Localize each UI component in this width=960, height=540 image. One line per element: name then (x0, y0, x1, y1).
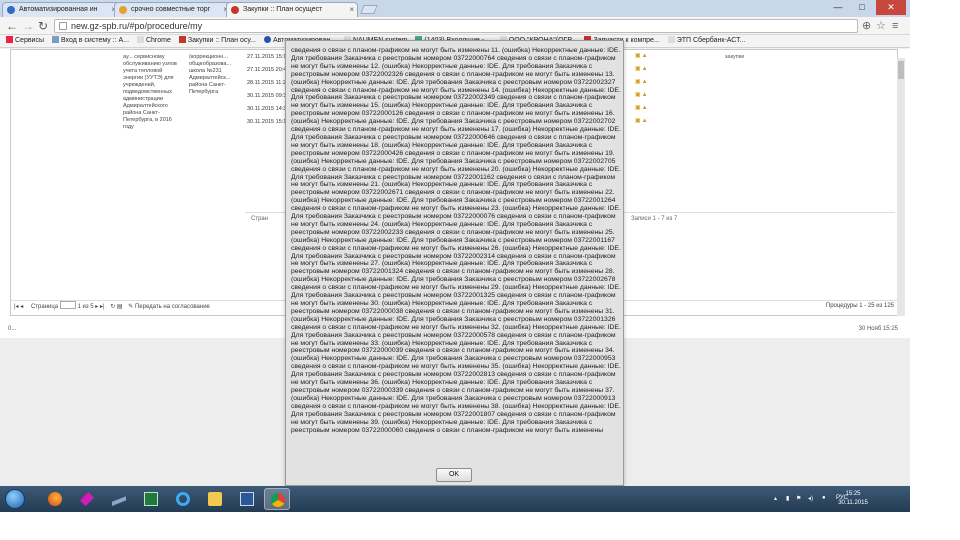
scrollbar-thumb[interactable] (898, 61, 904, 79)
url-text: new.gz-spb.ru/#po/procedure/my (71, 21, 203, 31)
prev-page-icon[interactable]: ◂ (20, 304, 23, 310)
inner-records-count: Записи 1 - 7 из 7 (631, 216, 678, 222)
clock-date: 30.11.2015 (838, 500, 868, 506)
bookmark-sberbank-ast[interactable]: ЭТП Сбербанк-АСТ... (667, 35, 745, 47)
apps-icon (6, 36, 13, 43)
browser-toolbar: ← → ↻ new.gz-spb.ru/#po/procedure/my ⊕ ☆… (0, 17, 910, 35)
status-time: 30 Нояб 15:25 (858, 326, 898, 332)
excel-icon[interactable] (138, 488, 164, 510)
favicon-icon (7, 6, 15, 14)
tab-joint-tenders[interactable]: срочно совместные торг × (114, 2, 232, 17)
tab-procurement-plan[interactable]: Закупки :: План осущест × (226, 2, 358, 17)
taskbar: ▴ ▮ ⚑ ◂) ● РУС 15:25 30.11.2015 (0, 486, 910, 512)
row-actions-icon[interactable]: ▣▲ (635, 65, 649, 72)
date-cell: 30.11.2015 14:3 (247, 106, 287, 112)
tab-bar: Автоматизированная ин × срочно совместны… (0, 0, 910, 17)
bookmark-chrome[interactable]: Chrome (136, 35, 171, 47)
scrollbar[interactable] (897, 58, 905, 316)
procedures-count: Процедуры 1 - 25 из 125 (825, 303, 894, 309)
star-icon[interactable]: ☆ (876, 19, 886, 33)
keys-icon[interactable] (74, 488, 100, 510)
favicon-icon (231, 6, 239, 14)
zoom-icon[interactable]: ⊕ (862, 19, 871, 33)
globe-icon (263, 36, 271, 43)
row-actions-icon[interactable]: ▣▲ (635, 78, 649, 85)
address-bar[interactable]: new.gz-spb.ru/#po/procedure/my (54, 19, 858, 33)
flag-icon[interactable]: ⚑ (796, 495, 801, 502)
back-icon[interactable]: ← (6, 18, 18, 34)
last-page-icon[interactable]: ▸| (100, 304, 105, 310)
page-of: из 5 (82, 304, 94, 310)
next-page-icon[interactable]: ▸ (95, 304, 98, 310)
tab-label: Закупки :: План осущест (243, 6, 323, 13)
tab-label: Автоматизированная ин (19, 6, 98, 13)
row-actions-icon[interactable]: ▣▲ (635, 117, 649, 124)
send-approval-button[interactable]: ✎ Передать на согласование (128, 304, 210, 310)
tab-label: срочно совместные торг (131, 6, 211, 13)
network-icon[interactable]: ▮ (786, 495, 789, 502)
status-left: 0... (8, 326, 17, 332)
firefox-icon[interactable] (42, 488, 68, 510)
word-icon[interactable] (234, 488, 260, 510)
bookmark-services[interactable]: Сервисы (6, 35, 44, 47)
row-actions-icon[interactable]: ▣▲ (635, 52, 649, 59)
inner-pager-label: Стран (251, 216, 269, 222)
page-number-value: 1 (77, 304, 81, 310)
date-cell: 30.11.2015 15:1 (247, 119, 287, 125)
date-cell: 30.11.2015 09:3 (247, 93, 287, 99)
chrome-icon[interactable] (264, 488, 290, 510)
bookmark-zakupki[interactable]: Закупки :: План осу... (178, 35, 256, 47)
window-close-button[interactable]: ✕ (876, 0, 906, 15)
tray-expand-icon[interactable]: ▴ (774, 495, 777, 502)
bookmark-icon (51, 36, 59, 43)
date-cell: 28.11.2015 11:2 (247, 80, 286, 86)
windows-logo-icon (5, 489, 25, 509)
date-cell: 27.11.2015 20:4 (247, 67, 287, 73)
save-icon[interactable]: ▤ (117, 304, 123, 310)
pager-label: Страница (30, 304, 59, 310)
tab-close-icon[interactable]: × (349, 3, 354, 16)
clock[interactable]: 15:25 30.11.2015 (828, 490, 878, 508)
bookmark-icon (178, 36, 186, 43)
first-page-icon[interactable]: |◂ (14, 304, 19, 310)
column-fragment: закупки (725, 54, 745, 60)
forward-icon[interactable]: → (22, 18, 34, 34)
remote-icon[interactable] (106, 488, 132, 510)
maximize-button[interactable]: □ (852, 0, 872, 15)
page-icon (59, 22, 67, 30)
refresh-icon[interactable]: ↻ (110, 304, 115, 310)
clock-time: 15:25 (845, 491, 861, 497)
menu-icon[interactable]: ≡ (892, 19, 898, 33)
volume-icon[interactable]: ◂) (808, 495, 813, 502)
tab-automation[interactable]: Автоматизированная ин × (2, 2, 120, 17)
row-actions-icon[interactable]: ▣▲ (635, 104, 649, 111)
error-message: сведения о связи с планом-графиком не мо… (291, 47, 621, 434)
error-dialog: сведения о связи с планом-графиком не мо… (285, 40, 624, 486)
favicon-icon (119, 6, 127, 14)
page-icon (667, 36, 675, 43)
row-actions-icon[interactable]: ▣▲ (635, 91, 649, 98)
minimize-button[interactable]: — (828, 0, 848, 15)
start-button[interactable] (2, 487, 28, 511)
procedure-description: ау... сервисному обслуживанию узлов учет… (123, 54, 177, 130)
date-cell: 27.11.2015 15:1 (247, 54, 287, 60)
ok-button[interactable]: OK (436, 468, 472, 482)
customer-name: (коррекционн... общеобразова... школа №2… (189, 54, 232, 95)
ie-icon[interactable] (170, 488, 196, 510)
new-tab-button[interactable] (360, 5, 378, 14)
page-number-input[interactable] (59, 301, 76, 309)
reload-icon[interactable]: ↻ (38, 18, 48, 34)
screen: Автоматизированная ин × срочно совместны… (0, 0, 910, 512)
folder-icon[interactable] (202, 488, 228, 510)
bookmark-login[interactable]: Вход в систему :: А... (51, 35, 129, 47)
skype-icon[interactable]: ● (822, 495, 826, 501)
page-icon (136, 36, 144, 43)
